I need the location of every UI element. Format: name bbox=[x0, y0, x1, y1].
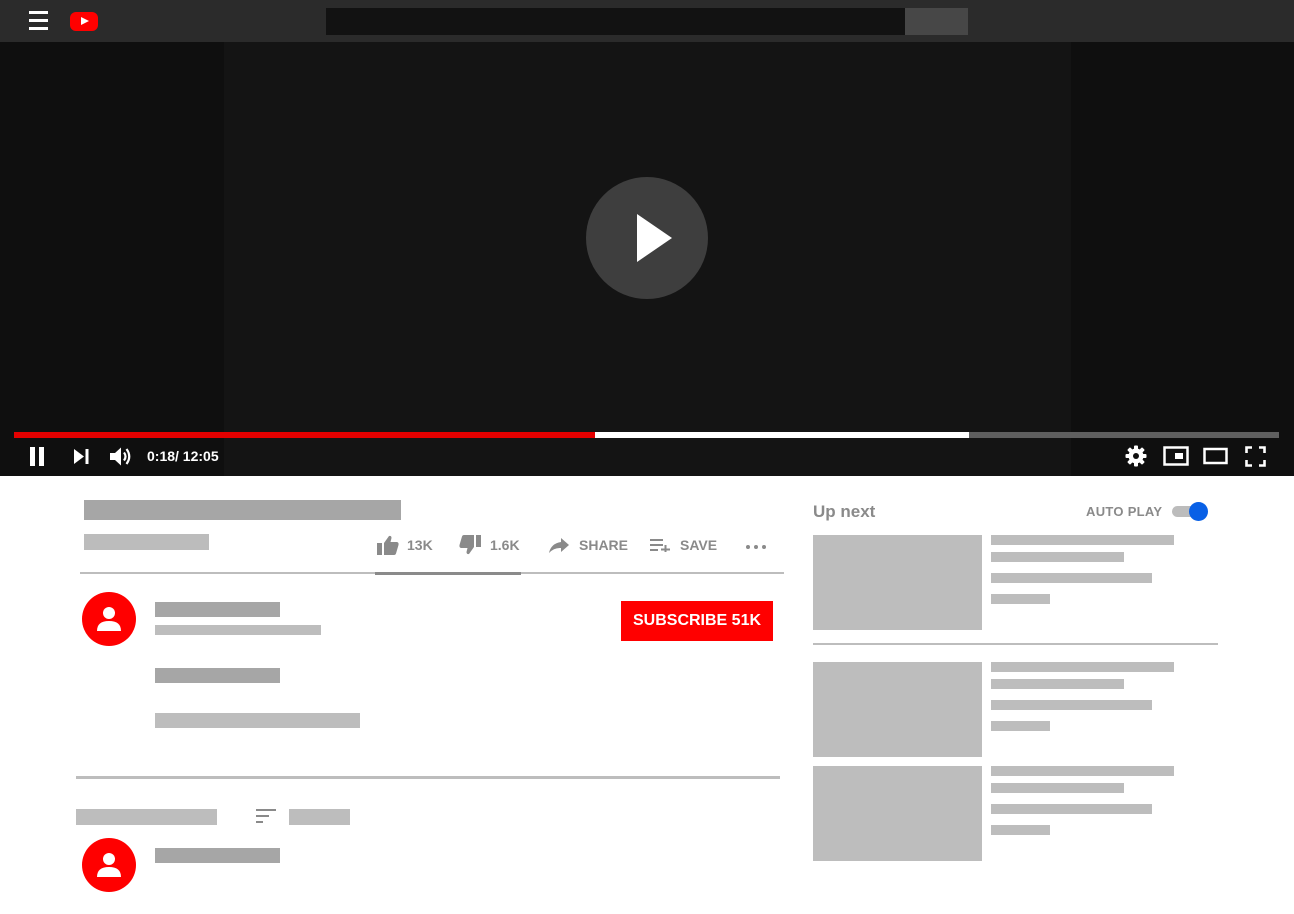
channel-avatar[interactable] bbox=[82, 592, 136, 646]
comment-author bbox=[155, 848, 280, 863]
channel-line bbox=[991, 700, 1152, 710]
view-count bbox=[84, 534, 209, 550]
miniplayer-icon[interactable] bbox=[1163, 446, 1189, 466]
progress-bar[interactable] bbox=[14, 432, 1279, 438]
video-title-line bbox=[991, 679, 1124, 689]
sort-by-label[interactable] bbox=[289, 809, 350, 825]
user-avatar-icon bbox=[97, 607, 121, 631]
up-next-item[interactable] bbox=[813, 535, 1218, 630]
channel-line bbox=[991, 804, 1152, 814]
channel-line bbox=[991, 573, 1152, 583]
video-title bbox=[84, 500, 401, 520]
share-label: SHARE bbox=[579, 537, 629, 553]
video-title-line bbox=[991, 766, 1174, 776]
more-options-icon[interactable] bbox=[745, 540, 767, 554]
pause-icon[interactable] bbox=[28, 447, 46, 466]
up-next-heading: Up next bbox=[813, 502, 876, 521]
video-thumbnail bbox=[813, 662, 982, 757]
youtube-logo-icon[interactable] bbox=[70, 12, 98, 31]
user-avatar-icon bbox=[97, 853, 121, 877]
dislike-button[interactable]: 1.6K bbox=[457, 533, 523, 557]
like-ratio-bar bbox=[375, 572, 521, 575]
subscribe-button[interactable]: SUBSCRIBE 51K bbox=[621, 601, 773, 641]
video-title-line bbox=[991, 552, 1124, 562]
views-line bbox=[991, 594, 1050, 604]
up-next-divider bbox=[813, 643, 1218, 645]
description-line bbox=[155, 668, 280, 683]
next-icon[interactable] bbox=[73, 448, 90, 465]
search-input[interactable] bbox=[326, 8, 906, 35]
add-to-playlist-icon bbox=[650, 539, 670, 552]
hamburger-menu-icon[interactable] bbox=[29, 11, 48, 31]
time-display: 0:18/ 12:05 bbox=[147, 448, 219, 464]
play-icon bbox=[637, 214, 672, 262]
subscriber-info bbox=[155, 625, 321, 635]
share-icon bbox=[549, 538, 569, 553]
up-next-item[interactable] bbox=[813, 662, 1218, 757]
views-line bbox=[991, 825, 1050, 835]
sort-icon[interactable] bbox=[256, 809, 276, 823]
share-button[interactable]: SHARE bbox=[548, 533, 628, 557]
commenter-avatar[interactable] bbox=[82, 838, 136, 892]
comment-count bbox=[76, 809, 217, 825]
video-title-line bbox=[991, 662, 1174, 672]
settings-icon[interactable] bbox=[1125, 445, 1147, 467]
description-divider bbox=[76, 776, 780, 779]
like-count: 13K bbox=[407, 537, 433, 553]
save-label: SAVE bbox=[680, 537, 718, 553]
video-title-line bbox=[991, 535, 1174, 545]
dislike-count: 1.6K bbox=[490, 537, 520, 553]
video-thumbnail bbox=[813, 535, 982, 630]
theater-mode-icon[interactable] bbox=[1203, 447, 1228, 465]
volume-icon[interactable] bbox=[109, 446, 133, 467]
up-next-item[interactable] bbox=[813, 766, 1218, 861]
channel-name bbox=[155, 602, 280, 617]
search-button[interactable] bbox=[905, 8, 968, 35]
autoplay-toggle[interactable] bbox=[1172, 501, 1210, 522]
fullscreen-icon[interactable] bbox=[1245, 446, 1266, 467]
large-play-button[interactable] bbox=[586, 177, 708, 299]
like-button[interactable]: 13K bbox=[375, 533, 435, 557]
video-title-line bbox=[991, 783, 1124, 793]
autoplay-label: AUTO PLAY bbox=[1086, 504, 1163, 519]
progress-played bbox=[14, 432, 595, 438]
description-line bbox=[155, 713, 360, 728]
video-thumbnail bbox=[813, 766, 982, 861]
views-line bbox=[991, 721, 1050, 731]
thumbs-down-icon bbox=[459, 535, 481, 555]
thumbs-up-icon bbox=[377, 535, 399, 555]
save-button[interactable]: SAVE bbox=[649, 533, 719, 557]
